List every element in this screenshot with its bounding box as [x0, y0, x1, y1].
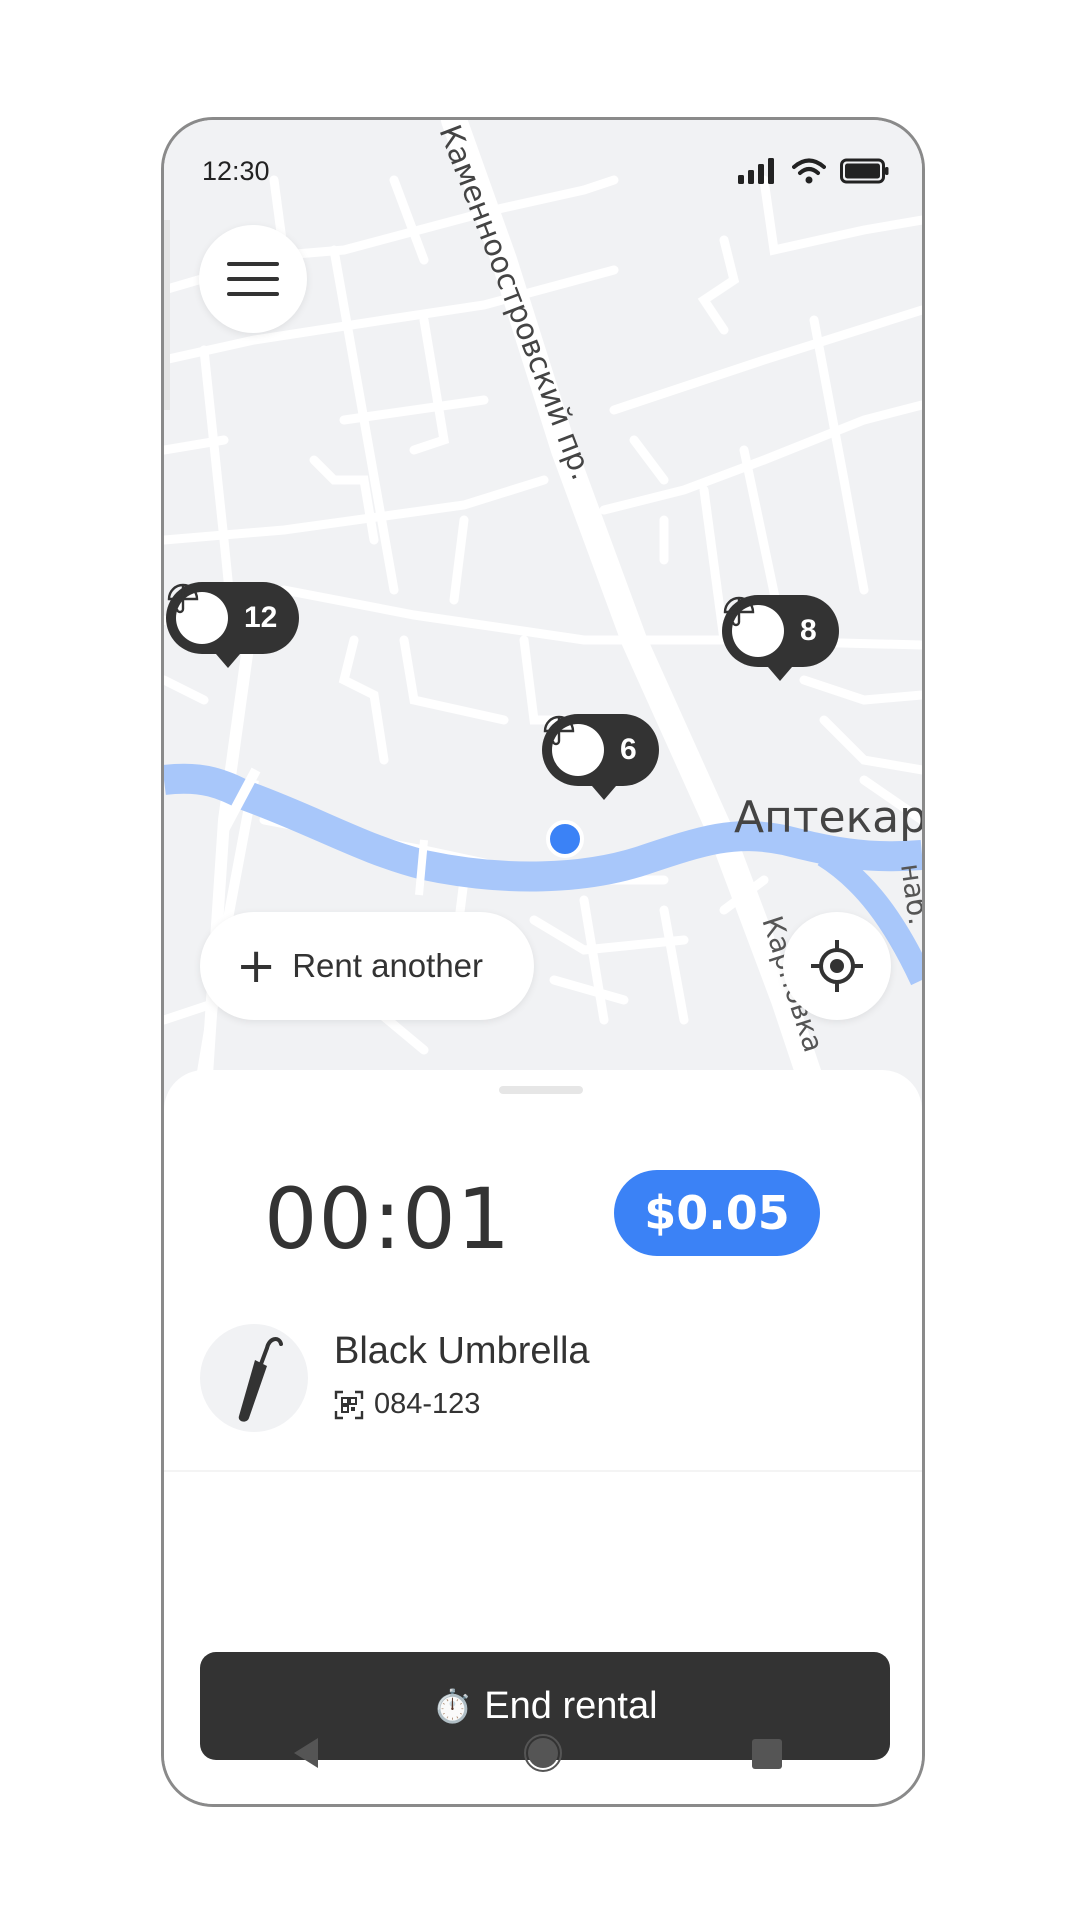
- status-bar: 12:30: [164, 120, 922, 190]
- umbrella-icon: [723, 596, 784, 657]
- hamburger-icon: [227, 262, 279, 296]
- umbrella-icon: [167, 583, 228, 644]
- battery-icon: [840, 158, 889, 184]
- rent-another-label: Rent another: [292, 947, 484, 984]
- pin-count: 12: [244, 601, 278, 634]
- sheet-handle[interactable]: [499, 1086, 583, 1094]
- rent-another-button[interactable]: + Rent another: [200, 912, 534, 1020]
- qr-icon: [334, 1390, 364, 1419]
- status-icons: [738, 158, 890, 184]
- item-code: 084-123: [334, 1388, 480, 1421]
- user-location-dot: [546, 820, 584, 858]
- signal-icon: [738, 158, 774, 184]
- item-code-text: 084-123: [374, 1388, 481, 1420]
- pin-tail: [216, 654, 240, 668]
- divider: [164, 1470, 922, 1472]
- nav-back-icon[interactable]: [294, 1738, 318, 1768]
- umbrella-station-pin[interactable]: 6: [542, 714, 659, 800]
- nav-home-icon[interactable]: [524, 1734, 562, 1772]
- pin-tail: [768, 667, 792, 681]
- pin-tail: [592, 786, 616, 800]
- rental-sheet: 00:01 $0.05 Black Umbrella 084-123 ⏱️ En…: [164, 1070, 922, 1804]
- rental-price-badge: $0.05: [614, 1170, 820, 1256]
- rental-timer: 00:01: [264, 1170, 512, 1268]
- pin-count: 6: [620, 733, 637, 766]
- umbrella-icon: [238, 1337, 283, 1422]
- menu-button[interactable]: [199, 225, 307, 333]
- item-name: Black Umbrella: [334, 1330, 590, 1372]
- crosshair-icon: [811, 940, 863, 992]
- plus-icon: +: [236, 938, 277, 994]
- item-avatar: [200, 1324, 308, 1432]
- system-nav-bar: [294, 1734, 782, 1772]
- locate-button[interactable]: [783, 912, 891, 1020]
- phone-frame: Каменноостровский пр. Аптекар наб. Карпо…: [161, 117, 925, 1807]
- umbrella-station-pin[interactable]: 12: [166, 582, 300, 668]
- nav-recents-icon[interactable]: [752, 1739, 782, 1769]
- street-label-aptekar: Аптекар: [734, 792, 922, 843]
- wifi-icon: [792, 158, 826, 184]
- umbrella-station-pin[interactable]: 8: [722, 595, 839, 681]
- pin-count: 8: [800, 614, 817, 647]
- status-time: 12:30: [202, 156, 270, 186]
- umbrella-icon: [543, 715, 604, 776]
